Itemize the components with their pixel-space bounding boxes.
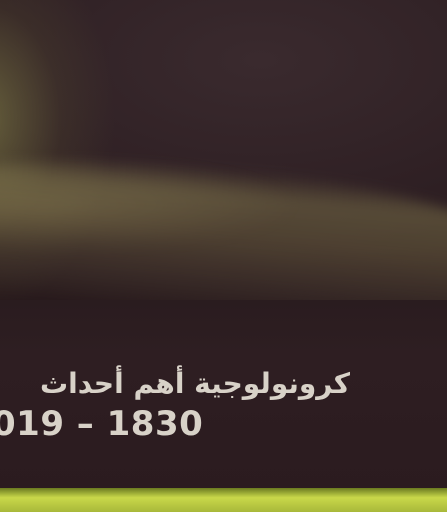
caption-years: 019 – 1830 (0, 404, 204, 444)
bottom-strip (0, 488, 447, 512)
caption-title: كرونولوجية أهم أحداث (40, 367, 350, 400)
caption: كرونولوجية أهم أحداث 019 – 1830 (0, 364, 350, 444)
photo: كرونولوجية أهم أحداث 019 – 1830 (0, 0, 447, 512)
